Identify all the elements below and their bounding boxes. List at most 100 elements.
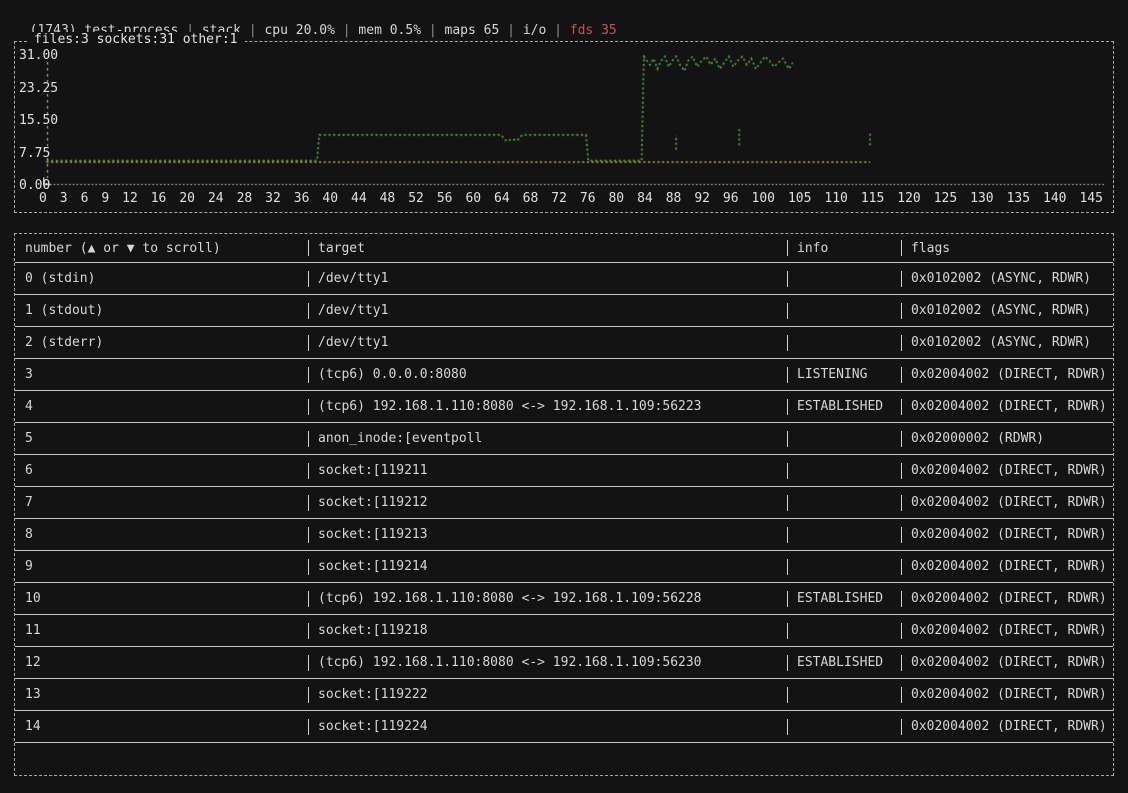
cell-number: 7	[15, 487, 308, 518]
column-separator	[787, 558, 788, 575]
column-separator	[787, 494, 788, 511]
column-separator	[308, 494, 309, 511]
target-value: socket:[119224	[318, 719, 428, 734]
cell-info: LISTENING	[787, 359, 901, 390]
table-row[interactable]: 14 socket:[119224 0x02004002 (DIRECT, RDWR…	[15, 711, 1113, 743]
table-row[interactable]: 10 (tcp6) 192.168.1.110:8080 <-> 192.168.…	[15, 583, 1113, 615]
info-value: ESTABLISHED	[797, 591, 884, 606]
cell-target: (tcp6) 0.0.0.0:8080	[308, 359, 787, 390]
target-value: (tcp6) 192.168.1.110:8080 <-> 192.168.1.…	[318, 591, 702, 606]
target-value: (tcp6) 192.168.1.110:8080 <-> 192.168.1.…	[318, 655, 702, 670]
cell-target: socket:[119222	[308, 679, 787, 710]
tab-mem[interactable]: mem 0.5%	[358, 23, 421, 38]
x-tick-label: 16	[150, 191, 167, 206]
table-row[interactable]: 4 (tcp6) 192.168.1.110:8080 <-> 192.168.1…	[15, 391, 1113, 423]
table-row[interactable]: 2 (stderr) /dev/tty1 0x0102002 (ASYNC, RDW…	[15, 327, 1113, 359]
tab-io[interactable]: i/o	[523, 23, 546, 38]
x-tick-label: 130	[970, 191, 994, 206]
x-tick-label: 40	[322, 191, 339, 206]
flags-value: 0x02004002 (DIRECT, RDWR)	[911, 559, 1107, 574]
column-separator	[901, 494, 902, 511]
cell-info: ESTABLISHED	[787, 647, 901, 678]
cell-flags: 0x02004002 (DIRECT, RDWR)	[901, 519, 1113, 550]
column-separator	[308, 334, 309, 351]
x-tick-label: 28	[236, 191, 253, 206]
column-separator	[901, 366, 902, 383]
table-row[interactable]: 11 socket:[119218 0x02004002 (DIRECT, RDWR…	[15, 615, 1113, 647]
x-axis-labels: 0 3 6 9 12 16 20 24 28 32 36 40 44 48 52 56 60 64 68 72 76 80…	[39, 191, 1103, 206]
column-separator	[787, 590, 788, 607]
column-separator	[787, 462, 788, 479]
number-value: 14	[25, 719, 41, 734]
cell-number: 10	[15, 583, 308, 614]
separator: |	[241, 23, 265, 38]
x-tick-label: 100	[751, 191, 776, 206]
x-tick-label: 12	[122, 191, 138, 206]
number-value: 8	[25, 527, 33, 542]
info-value: LISTENING	[797, 367, 868, 382]
cell-info	[787, 711, 901, 742]
x-tick-label: 76	[579, 191, 596, 206]
table-header-row: number (▲ or ▼ to scroll) target info fl…	[15, 234, 1113, 263]
column-separator	[901, 526, 902, 543]
number-value: 10	[25, 591, 41, 606]
column-separator	[308, 718, 309, 735]
table-row[interactable]: 6 socket:[119211 0x02004002 (DIRECT, RDWR)	[15, 455, 1113, 487]
column-separator	[308, 590, 309, 607]
tab-cpu[interactable]: cpu 20.0%	[264, 23, 334, 38]
column-separator	[787, 302, 788, 319]
column-separator	[308, 462, 309, 479]
tab-fds[interactable]: fds 35	[570, 23, 617, 38]
number-value: 2 (stderr)	[25, 335, 104, 350]
table-row[interactable]: 5 anon_inode:[eventpoll 0x02000002 (RDWR)	[15, 423, 1113, 455]
table-row[interactable]: 3 (tcp6) 0.0.0.0:8080 LISTENING 0x02004002 …	[15, 359, 1113, 391]
cell-info	[787, 615, 901, 646]
header-number: number (▲ or ▼ to scroll)	[25, 240, 221, 256]
column-separator	[901, 558, 902, 575]
flags-value: 0x02004002 (DIRECT, RDWR)	[911, 655, 1107, 670]
column-separator	[308, 558, 309, 575]
flags-value: 0x02004002 (DIRECT, RDWR)	[911, 719, 1107, 734]
number-value: 7	[25, 495, 33, 510]
number-value: 0 (stdin)	[25, 271, 96, 286]
fd-history-chart-panel: files:3 sockets:31 other:1 31.00 23.25 15.…	[14, 32, 1114, 213]
cell-number: 12	[15, 647, 308, 678]
cell-number: 11	[15, 615, 308, 646]
cell-info	[787, 679, 901, 710]
table-row[interactable]: 1 (stdout) /dev/tty1 0x0102002 (ASYNC, RDW…	[15, 295, 1113, 327]
cell-info	[787, 487, 901, 518]
fd-table-panel: number (▲ or ▼ to scroll) target info fl…	[14, 233, 1114, 776]
table-row[interactable]: 13 socket:[119222 0x02004002 (DIRECT, RDWR…	[15, 679, 1113, 711]
x-tick-label: 0	[39, 191, 47, 206]
flags-value: 0x02004002 (DIRECT, RDWR)	[911, 399, 1107, 414]
column-separator	[787, 270, 788, 287]
table-row[interactable]: 7 socket:[119212 0x02004002 (DIRECT, RDWR)	[15, 487, 1113, 519]
column-separator	[901, 240, 902, 256]
table-row[interactable]: 0 (stdin) /dev/tty1 0x0102002 (ASYNC, RDWR…	[15, 263, 1113, 295]
table-row[interactable]: 9 socket:[119214 0x02004002 (DIRECT, RDWR)	[15, 551, 1113, 583]
target-value: socket:[119214	[318, 559, 428, 574]
column-separator	[901, 398, 902, 415]
cell-number: 0 (stdin)	[15, 263, 308, 294]
cell-flags: 0x02004002 (DIRECT, RDWR)	[901, 679, 1113, 710]
cell-info	[787, 423, 901, 454]
column-separator	[787, 718, 788, 735]
x-tick-label: 24	[207, 191, 224, 206]
cell-flags: 0x02004002 (DIRECT, RDWR)	[901, 615, 1113, 646]
target-value: /dev/tty1	[318, 335, 389, 350]
table-row[interactable]: 8 socket:[119213 0x02004002 (DIRECT, RDWR)	[15, 519, 1113, 551]
table-row[interactable]: 12 (tcp6) 192.168.1.110:8080 <-> 192.168.…	[15, 647, 1113, 679]
number-value: 4	[25, 399, 33, 414]
separator: |	[421, 23, 445, 38]
column-separator	[901, 430, 902, 447]
x-tick-label: 110	[824, 191, 848, 206]
cell-flags: 0x0102002 (ASYNC, RDWR)	[901, 263, 1113, 294]
flags-value: 0x02004002 (DIRECT, RDWR)	[911, 367, 1107, 382]
cell-number: 2 (stderr)	[15, 327, 308, 358]
tab-maps[interactable]: maps 65	[445, 23, 500, 38]
cell-info	[787, 263, 901, 294]
number-value: 5	[25, 431, 33, 446]
cell-flags: 0x02004002 (DIRECT, RDWR)	[901, 711, 1113, 742]
x-tick-label: 3	[59, 191, 68, 206]
flags-value: 0x0102002 (ASYNC, RDWR)	[911, 335, 1092, 350]
